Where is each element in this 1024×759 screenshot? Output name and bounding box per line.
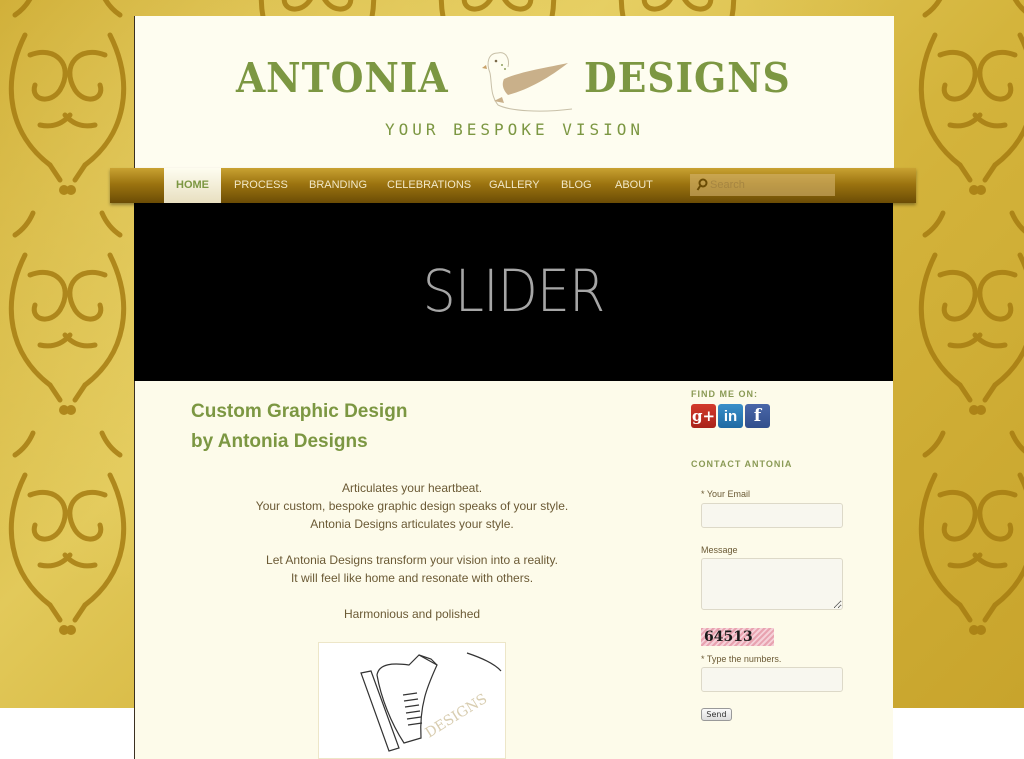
captcha-label: * Type the numbers. [701,654,781,664]
find-me-heading: FIND ME ON: [691,389,758,399]
main-navigation: HOME PROCESS BRANDING CELEBRATIONS GALLE… [110,168,916,203]
main-heading-line2: by Antonia Designs [191,431,368,452]
intro-spacer [222,587,602,605]
search-input[interactable] [710,174,830,196]
site-header: ANTONIA DESIGNS YOUR BESPOKE VISION [135,16,894,168]
intro-line: Let Antonia Designs transform your visio… [266,553,558,567]
page-container: ANTONIA DESIGNS YOUR BESPOKE VISION [134,16,894,759]
message-field[interactable] [701,558,843,610]
ice-skate-image[interactable]: DESIGNS [318,642,506,759]
intro-line: Your custom, bespoke graphic design spea… [255,499,569,513]
social-links: g+ in f [691,404,770,428]
nav-item-celebrations[interactable]: CELEBRATIONS [387,168,471,203]
nav-item-process[interactable]: PROCESS [234,168,288,203]
captcha-field[interactable] [701,667,843,692]
intro-line: Antonia Designs articulates your style. [310,517,514,531]
site-tagline: YOUR BESPOKE VISION [384,120,645,139]
search-box [690,174,835,196]
image-watermark: DESIGNS [423,691,490,741]
nav-item-about[interactable]: ABOUT [615,168,653,203]
required-marker: * [701,489,705,499]
linkedin-icon[interactable]: in [718,404,743,428]
facebook-icon[interactable]: f [745,404,770,428]
email-field[interactable] [701,503,843,528]
nav-item-gallery[interactable]: GALLERY [489,168,540,203]
intro-line: It will feel like home and resonate with… [290,571,534,585]
email-label-text: Your Email [706,489,751,499]
slider-placeholder-text: SLIDER [422,257,606,325]
logo-text-antonia[interactable]: ANTONIA [236,54,449,102]
logo-text-designs[interactable]: DESIGNS [584,54,791,102]
ice-skate-illustration: DESIGNS [360,652,502,752]
intro-line: Articulates your heartbeat. [341,481,483,495]
captcha-image: 64513 [701,628,774,646]
send-button[interactable]: Send [701,708,732,721]
intro-spacer [222,533,602,551]
message-label: Message [701,545,738,555]
nav-item-blog[interactable]: BLOG [561,168,592,203]
main-heading: Custom Graphic Design by Antonia Designs [191,397,407,457]
hero-slider[interactable]: SLIDER [134,203,893,381]
captcha-label-text: Type the numbers. [706,654,782,664]
intro-copy: Articulates your heartbeat. Your custom,… [222,479,602,623]
main-heading-line1: Custom Graphic Design [191,401,408,422]
google-plus-icon[interactable]: g+ [691,404,716,428]
contact-heading: CONTACT ANTONIA [691,459,793,469]
intro-line: Harmonious and polished [343,607,481,621]
nav-item-home[interactable]: HOME [164,168,221,203]
search-icon [696,178,708,197]
nav-item-branding[interactable]: BRANDING [309,168,367,203]
required-marker: * [701,654,705,664]
email-label: * Your Email [701,489,750,499]
bird-logo-icon[interactable] [480,49,580,120]
